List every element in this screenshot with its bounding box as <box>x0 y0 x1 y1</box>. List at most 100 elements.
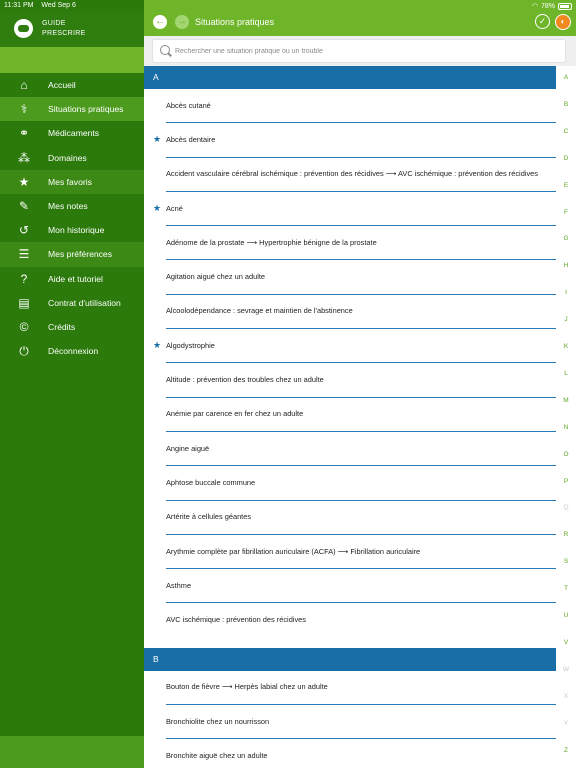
check-button[interactable]: ✓ <box>535 14 550 29</box>
battery-icon <box>558 2 572 10</box>
index-letter[interactable]: J <box>556 316 576 323</box>
back-button[interactable]: ← <box>153 15 167 29</box>
index-letter[interactable]: U <box>556 612 576 619</box>
sidebar-item[interactable]: ✎ Mes notes <box>0 193 144 219</box>
sidebar-item[interactable]: ⏻ Déconnexion <box>0 339 144 364</box>
search-input[interactable] <box>175 42 555 60</box>
search-icon <box>160 45 170 55</box>
index-letter[interactable]: O <box>556 451 576 458</box>
sidebar-item[interactable]: ▤ Contrat d'utilisation <box>0 290 144 315</box>
index-letter[interactable]: W <box>556 666 576 673</box>
index-letter[interactable]: M <box>556 397 576 404</box>
help-icon: ? <box>20 271 28 286</box>
favorite-star-icon: ★ <box>153 134 162 145</box>
sidebar-item[interactable]: ↺ Mon historique <box>0 218 144 243</box>
sidebar-item[interactable]: ⁂ Domaines <box>0 145 144 170</box>
list-item-label: Abcès cutané <box>166 100 211 110</box>
forward-button[interactable]: → <box>175 15 189 29</box>
brand-header[interactable]: GUIDE PRESCRIRE <box>0 12 144 47</box>
index-letter[interactable]: S <box>556 558 576 565</box>
index-letter[interactable]: G <box>556 235 576 242</box>
index-letter[interactable]: D <box>556 155 576 162</box>
list-item[interactable]: Anémie par carence en fer chez un adulte <box>166 398 556 432</box>
list-item[interactable]: ★ Algodystrophie <box>153 329 556 364</box>
index-letter[interactable]: R <box>556 531 576 538</box>
index-letter[interactable]: K <box>556 343 576 350</box>
list-item[interactable]: ★ Abcès dentaire <box>153 123 556 158</box>
index-letter[interactable]: Y <box>556 720 576 727</box>
sidebar-item[interactable]: ☰ Mes préférences <box>0 242 144 267</box>
sidebar-item[interactable]: ⚭ Médicaments <box>0 121 144 146</box>
index-letter[interactable]: Q <box>556 504 576 511</box>
wifi-icon: ◠ <box>531 3 538 10</box>
index-letter[interactable]: H <box>556 262 576 269</box>
section-header: A <box>144 66 556 89</box>
index-letter[interactable]: V <box>556 639 576 646</box>
index-letter[interactable]: C <box>556 128 576 135</box>
pills-icon: ⚭ <box>18 126 30 141</box>
index-letter[interactable]: A <box>556 74 576 81</box>
index-letter[interactable]: N <box>556 424 576 431</box>
sidebar-item[interactable]: © Crédits <box>0 314 144 340</box>
list-item[interactable]: Arythmie complète par fibrillation auric… <box>166 535 556 570</box>
profile-icon: ◐ <box>560 17 566 26</box>
index-letter[interactable]: Z <box>556 747 576 754</box>
index-letter[interactable]: L <box>556 370 576 377</box>
index-letter[interactable]: P <box>556 478 576 485</box>
list-item[interactable]: Artérite à cellules géantes <box>166 501 556 535</box>
sliders-icon: ☰ <box>18 247 30 262</box>
list-item[interactable]: Bronchiolite chez un nourrisson <box>166 705 556 740</box>
power-icon: ⏻ <box>19 344 29 359</box>
index-letter[interactable]: B <box>556 101 576 108</box>
index-letter[interactable]: I <box>556 289 576 296</box>
list-item[interactable]: Asthme <box>166 569 556 604</box>
alphabet-index[interactable]: A B C D E F G H I J K L M N O P Q R S T U V W X Y Z <box>556 66 576 768</box>
list-item[interactable]: Bouton de fièvre ⟶ Herpès labial chez un… <box>166 671 556 706</box>
index-letter[interactable]: X <box>556 693 576 700</box>
prescrire-logo-icon <box>14 19 33 38</box>
list-item-label: Angine aiguë <box>166 443 210 453</box>
sidebar-item[interactable]: ★ Mes favoris <box>0 169 144 194</box>
status-bar-right: ◠ 78% <box>532 2 572 10</box>
index-letter[interactable]: E <box>556 182 576 189</box>
list-item-label: Abcès dentaire <box>166 134 216 144</box>
list-item-label: Altitude : prévention des troubles chez … <box>166 375 324 385</box>
list-item[interactable]: Accident vasculaire cérébral ischémique … <box>166 158 556 192</box>
search-box[interactable] <box>152 39 566 63</box>
status-bar-left: 11:31 PM Wed Sep 6 <box>4 2 76 9</box>
sidebar-item-label: Accueil <box>48 80 76 91</box>
list-item-label: Artérite à cellules géantes <box>166 512 252 522</box>
list-item[interactable]: Adénome de la prostate ⟶ Hypertrophie bé… <box>166 226 556 261</box>
list-item[interactable]: Abcès cutané <box>166 89 556 124</box>
sidebar-item-label: Mes notes <box>48 201 88 212</box>
sidebar-footer-band <box>0 736 144 768</box>
list-item[interactable]: Alcoolodépendance : sevrage et maintien … <box>166 295 556 330</box>
list-item[interactable]: Agitation aiguë chez un adulte <box>166 260 556 295</box>
star-icon: ★ <box>18 174 30 189</box>
sidebar-item[interactable]: ⚕ Situations pratiques <box>0 97 144 122</box>
status-date: Wed Sep 6 <box>41 2 76 9</box>
favorite-star-icon: ★ <box>153 340 162 351</box>
checkmark-icon: ✓ <box>538 16 547 26</box>
list-item-label: Arythmie complète par fibrillation auric… <box>166 546 421 556</box>
sidebar-item[interactable]: ⌂ Accueil <box>0 73 144 98</box>
list-item[interactable]: Angine aiguë <box>166 432 556 467</box>
list-item[interactable]: ★ Acné <box>153 192 556 227</box>
list-item[interactable]: AVC ischémique : prévention des récidive… <box>166 603 556 637</box>
battery-percent: 78% <box>540 2 555 10</box>
sidebar-item-label: Domaines <box>48 152 87 163</box>
sidebar-item[interactable]: ? Aide et tutoriel <box>0 266 144 291</box>
sidebar-item-label: Mes préférences <box>48 249 113 260</box>
profile-button[interactable]: ◐ <box>555 14 571 30</box>
list-item[interactable]: Aphtose buccale commune <box>166 466 556 501</box>
index-letter[interactable]: F <box>556 209 576 216</box>
list-item-label: Aphtose buccale commune <box>166 477 256 487</box>
list-item-label: Acné <box>166 203 183 213</box>
index-letter[interactable]: T <box>556 585 576 592</box>
list-item[interactable]: Altitude : prévention des troubles chez … <box>166 363 556 398</box>
list-item-label: AVC ischémique : prévention des récidive… <box>166 615 306 625</box>
list-item-label: Bronchite aiguë chez un adulte <box>166 750 268 760</box>
search-bar <box>144 36 576 66</box>
list-item[interactable]: Bronchite aiguë chez un adulte <box>166 739 556 768</box>
sidebar-item-label: Déconnexion <box>48 346 99 357</box>
